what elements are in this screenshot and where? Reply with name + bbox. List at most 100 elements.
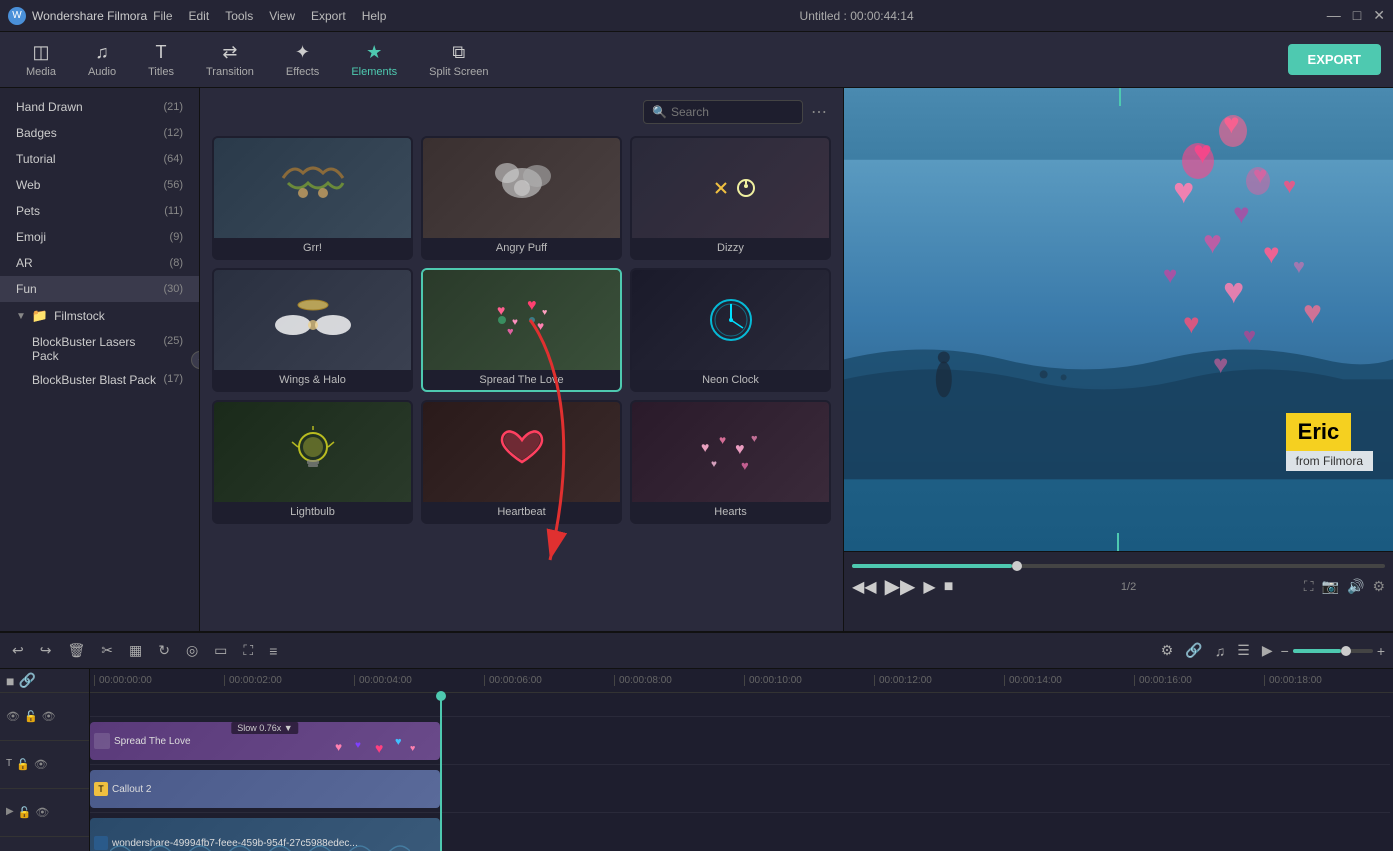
sidebar-count-web: (56) (163, 179, 183, 191)
redo-button[interactable]: ↪ (36, 638, 56, 663)
pip-button[interactable]: ▭ (210, 638, 231, 663)
menu-edit[interactable]: Edit (189, 9, 210, 23)
play-button[interactable]: ▶ (923, 577, 935, 597)
grid-thumb-wings (214, 270, 411, 370)
audio-track-button[interactable]: ♫ (1211, 639, 1230, 663)
volume-button[interactable]: 🔊 (1347, 578, 1364, 595)
window-controls: — □ ✕ (1327, 7, 1385, 24)
sidebar-item-pets[interactable]: Pets (11) (0, 198, 199, 224)
menu-help[interactable]: Help (362, 9, 387, 23)
menu-export[interactable]: Export (311, 9, 346, 23)
link-button[interactable]: 🔗 (1181, 638, 1206, 663)
tool-transition[interactable]: ⇄ Transition (192, 36, 268, 84)
color-button[interactable]: ◎ (182, 638, 202, 663)
add-track-button[interactable]: ⚙ (1157, 638, 1178, 663)
minimize-button[interactable]: — (1327, 7, 1341, 24)
svg-text:♥: ♥ (1293, 256, 1305, 278)
playback-controls: ◀◀ ▶▶ ▶ ■ 1/2 ⛶ 📷 🔊 ⚙ (852, 574, 1385, 599)
rotate-button[interactable]: ↻ (154, 638, 174, 663)
grid-item-lightbulb[interactable]: Lightbulb (212, 400, 413, 524)
tool-media[interactable]: ◫ Media (12, 36, 70, 84)
sub-count-lasers: (25) (163, 335, 183, 363)
stop-button[interactable]: ■ (944, 578, 954, 596)
link-track-button[interactable]: 🔗 (18, 672, 35, 689)
tool-titles[interactable]: T Titles (134, 36, 188, 84)
sidebar-item-ar[interactable]: AR (8) (0, 250, 199, 276)
adjust-button[interactable]: ≡ (265, 639, 281, 663)
tool-elements[interactable]: ★ Elements (337, 36, 411, 84)
progress-dot[interactable] (1012, 561, 1022, 571)
clip-spread-love[interactable]: Slow 0.76x ▼ Spread The Love ♥ ♥ ♥ ♥ ♥ (90, 722, 440, 760)
menu-view[interactable]: View (269, 9, 295, 23)
track-lock-video-icon[interactable]: 🔓 (18, 806, 32, 819)
track-eye-callout-icon[interactable]: 👁 (34, 758, 48, 771)
zoom-in-button[interactable]: + (1377, 643, 1385, 659)
crop-button[interactable]: ▦ (125, 638, 146, 663)
ruler-mark-6: 00:00:12:00 (874, 675, 1004, 686)
track-eye-video-icon[interactable]: 👁 (35, 806, 49, 819)
track-lock-callout-icon[interactable]: 🔓 (16, 758, 30, 771)
sidebar-filmstock[interactable]: ▼ 📁 Filmstock (0, 302, 199, 330)
grid-item-grr[interactable]: Grr! (212, 136, 413, 260)
delete-button[interactable]: 🗑 (63, 638, 89, 663)
tool-audio[interactable]: ♫ Audio (74, 36, 130, 84)
grid-item-spread-love[interactable]: ♥ ♥ ♥ ♥ ♥ ♥ Spread The Love (421, 268, 622, 392)
elements-icon: ★ (366, 42, 382, 63)
maximize-button[interactable]: □ (1353, 7, 1361, 24)
sidebar-item-emoji[interactable]: Emoji (9) (0, 224, 199, 250)
snapshot-button[interactable]: 📷 (1322, 578, 1339, 595)
settings-button[interactable]: ⚙ (1372, 578, 1385, 595)
skip-back-button[interactable]: ◀◀ (852, 577, 877, 597)
clip-video[interactable]: wondershare-49994fb7-feee-459b-954f-27c5… (90, 818, 440, 851)
track-type-button[interactable]: ☰ (1233, 638, 1254, 663)
zoom-dot[interactable] (1341, 646, 1351, 656)
tool-splitscreen[interactable]: ⧉ Split Screen (415, 36, 502, 84)
grid-options-icon[interactable]: ⋯ (811, 102, 827, 122)
zoom-slider[interactable] (1293, 649, 1373, 653)
svg-text:♥: ♥ (735, 441, 745, 458)
close-button[interactable]: ✕ (1373, 7, 1385, 24)
fullscreen-button[interactable]: ⛶ (1304, 578, 1314, 595)
fullscreen2-button[interactable]: ⛶ (239, 638, 257, 663)
ruler-mark-8: 00:00:16:00 (1134, 675, 1264, 686)
sidebar-item-hand-drawn[interactable]: Hand Drawn (21) (0, 94, 199, 120)
subtitle-button[interactable]: ▶ (1258, 638, 1277, 663)
progress-bar-container[interactable] (852, 564, 1385, 568)
track-lock-icon[interactable]: 🔓 (24, 710, 38, 723)
sidebar-item-blockbuster-lasers[interactable]: BlockBuster Lasers Pack (25) (0, 330, 199, 368)
grid-item-angry-puff[interactable]: Angry Puff (421, 136, 622, 260)
zoom-out-button[interactable]: − (1281, 643, 1289, 659)
undo-button[interactable]: ↩ (8, 638, 28, 663)
search-input[interactable] (671, 105, 791, 119)
svg-text:♥: ♥ (719, 433, 726, 447)
add-track-button2[interactable]: ■ (6, 673, 14, 689)
sidebar-item-web[interactable]: Web (56) (0, 172, 199, 198)
grid-item-hearts[interactable]: ♥ ♥ ♥ ♥ ♥ ♥ Hearts (630, 400, 831, 524)
grid-item-neon-clock[interactable]: Neon Clock (630, 268, 831, 392)
menu-tools[interactable]: Tools (225, 9, 253, 23)
sidebar-item-tutorial[interactable]: Tutorial (64) (0, 146, 199, 172)
sidebar-count-fun: (30) (163, 283, 183, 295)
sidebar-item-badges[interactable]: Badges (12) (0, 120, 199, 146)
sidebar-item-blockbuster-blast[interactable]: BlockBuster Blast Pack (17) (0, 368, 199, 392)
grid-label-hearts: Hearts (632, 502, 829, 522)
grid-item-dizzy[interactable]: Dizzy (630, 136, 831, 260)
cut-button[interactable]: ✂ (97, 638, 117, 663)
play-pause-button[interactable]: ▶▶ (885, 574, 916, 599)
menu-file[interactable]: File (153, 9, 172, 23)
export-button[interactable]: EXPORT (1288, 44, 1381, 75)
preview-video: ♥ ♥ ♥ ♥ ♥ ♥ ♥ ♥ ♥ ♥ ♥ ♥ ♥ ♥ ♥ (844, 88, 1393, 551)
sidebar-item-fun[interactable]: Fun (30) (0, 276, 199, 302)
chevron-down-icon: ▼ (16, 311, 26, 322)
sidebar-filmstock-label: Filmstock (54, 309, 105, 323)
grid-item-heartbeat[interactable]: Heartbeat (421, 400, 622, 524)
clip-callout[interactable]: T Callout 2 (90, 770, 440, 808)
track-visibility-icon[interactable]: 👁 (6, 710, 20, 723)
grid-item-wings-halo[interactable]: Wings & Halo (212, 268, 413, 392)
grid-thumb-lightbulb (214, 402, 411, 502)
grid-label-grr: Grr! (214, 238, 411, 258)
track-label-add: ■ 🔗 (0, 669, 89, 693)
tool-effects[interactable]: ✦ Effects (272, 36, 333, 84)
track-type-callout-icon: T (6, 758, 12, 771)
track-eye-icon2[interactable]: 👁 (42, 710, 56, 723)
